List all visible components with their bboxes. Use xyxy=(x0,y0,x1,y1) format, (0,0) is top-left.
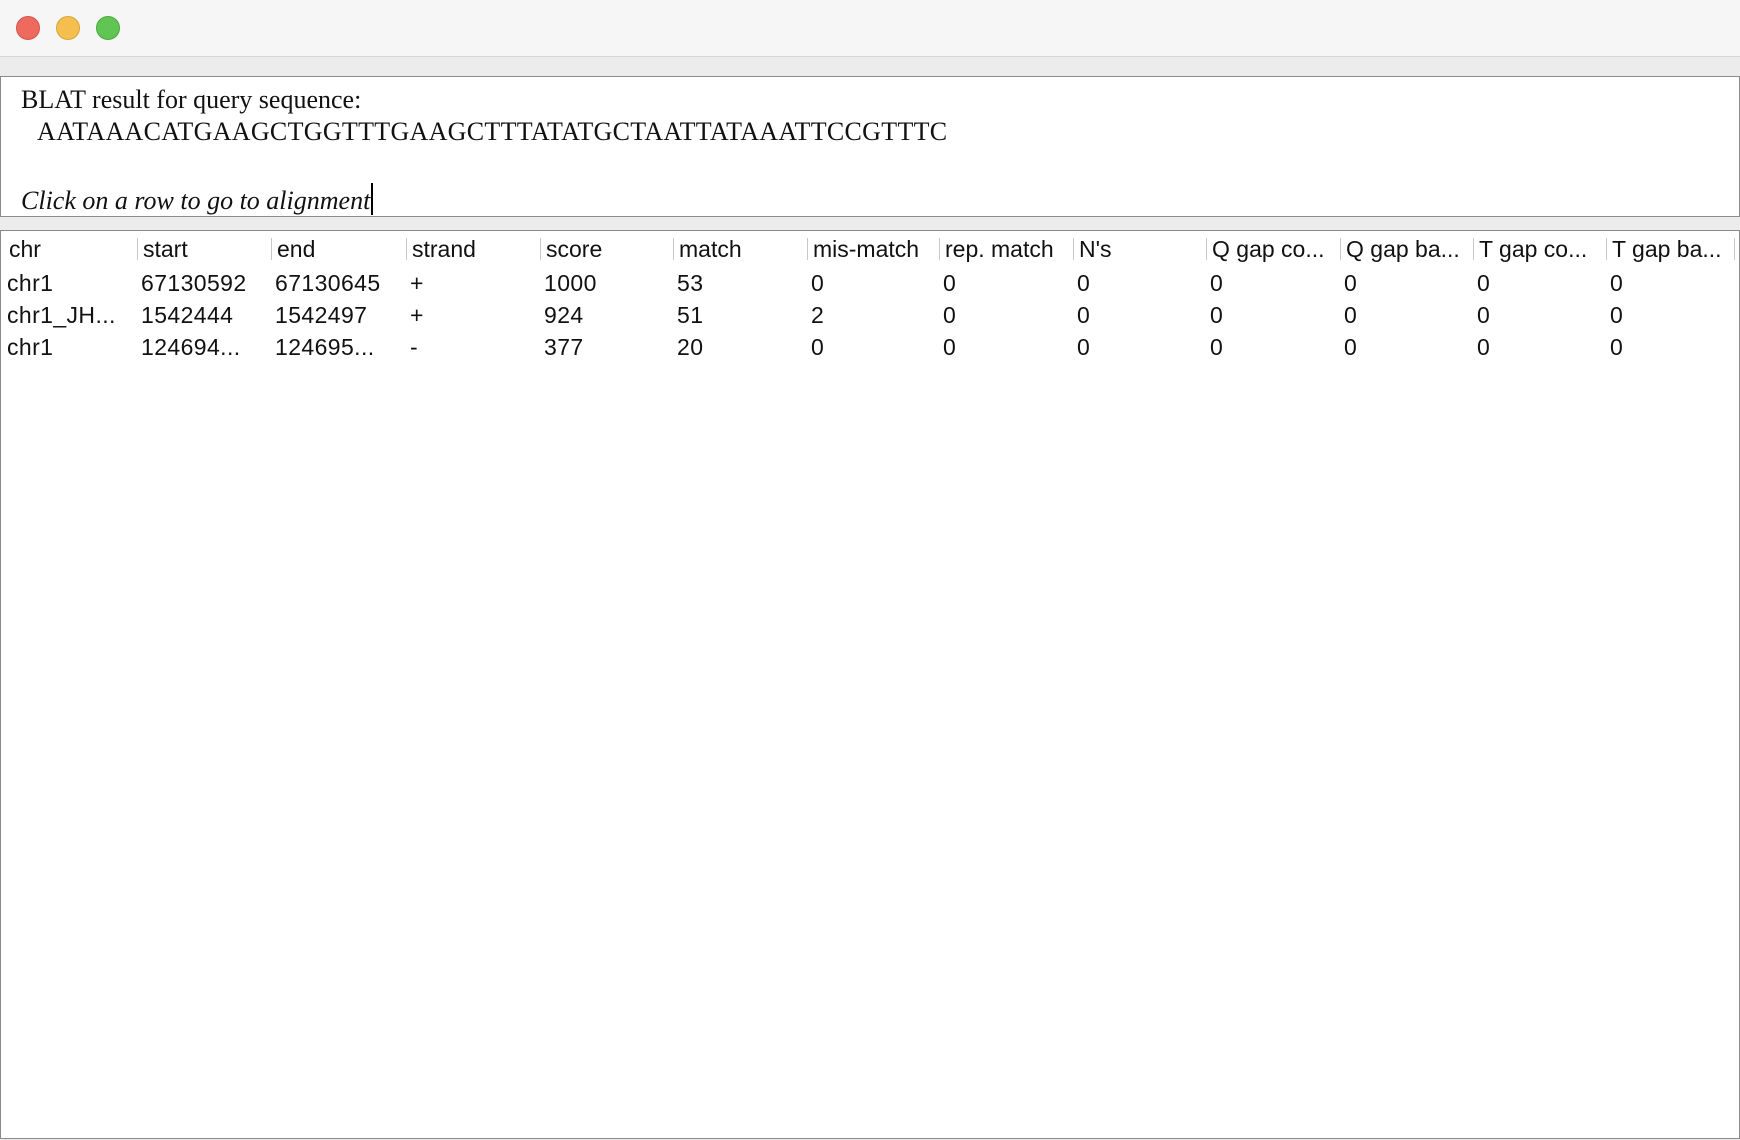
cell-q-gap-bases: 0 xyxy=(1344,270,1358,296)
column-header-chr[interactable]: chr xyxy=(3,231,137,267)
cell-q-gap-count: 0 xyxy=(1210,334,1224,360)
column-header-ns[interactable]: N's xyxy=(1073,231,1206,267)
cell-mismatch: 0 xyxy=(811,334,825,360)
column-header-q-gap-count[interactable]: Q gap co... xyxy=(1206,231,1340,267)
cell-start: 1542444 xyxy=(141,302,234,328)
table-row[interactable]: chr1_JH... 1542444 1542497 + 924 51 2 0 … xyxy=(1,299,1739,331)
minimize-window-button[interactable] xyxy=(56,16,80,40)
cell-match: 20 xyxy=(677,334,704,360)
cell-q-gap-count: 0 xyxy=(1210,270,1224,296)
cell-t-gap-count: 0 xyxy=(1477,334,1491,360)
cell-end: 124695... xyxy=(275,334,375,360)
cell-t-gap-count: 0 xyxy=(1477,302,1491,328)
cell-q-gap-count: 0 xyxy=(1210,302,1224,328)
column-header-rep-match[interactable]: rep. match xyxy=(939,231,1073,267)
close-window-button[interactable] xyxy=(16,16,40,40)
query-sequence: AATAAACATGAAGCTGGTTTGAAGCTTTATATGCTAATTA… xyxy=(37,117,948,146)
cell-ns: 0 xyxy=(1077,334,1091,360)
cell-chr: chr1_JH... xyxy=(7,302,116,328)
cell-score: 924 xyxy=(544,302,584,328)
cell-score: 1000 xyxy=(544,270,597,296)
cell-start: 124694... xyxy=(141,334,241,360)
cell-strand: - xyxy=(410,334,419,360)
column-header-score[interactable]: score xyxy=(540,231,673,267)
query-info-panel: BLAT result for query sequence: AATAAACA… xyxy=(0,76,1740,217)
cell-q-gap-bases: 0 xyxy=(1344,334,1358,360)
instruction-text[interactable]: Click on a row to go to alignment xyxy=(21,183,374,216)
cell-q-gap-bases: 0 xyxy=(1344,302,1358,328)
cell-chr: chr1 xyxy=(7,270,54,296)
cell-score: 377 xyxy=(544,334,584,360)
cell-strand: + xyxy=(410,270,424,296)
results-table: chr start end strand score match mis-mat… xyxy=(0,230,1740,1139)
column-header-end[interactable]: end xyxy=(271,231,406,267)
cell-end: 1542497 xyxy=(275,302,368,328)
column-header-t-gap-bases[interactable]: T gap ba... xyxy=(1606,231,1737,267)
cell-t-gap-bases: 0 xyxy=(1610,334,1624,360)
text-caret xyxy=(371,183,374,215)
column-header-mismatch[interactable]: mis-match xyxy=(807,231,939,267)
cell-rep-match: 0 xyxy=(943,302,957,328)
instruction-label: Click on a row to go to alignment xyxy=(21,186,371,215)
cell-mismatch: 0 xyxy=(811,270,825,296)
column-header-strand[interactable]: strand xyxy=(406,231,540,267)
blat-result-window: BLAT result for query sequence: AATAAACA… xyxy=(0,0,1740,1140)
cell-t-gap-bases: 0 xyxy=(1610,270,1624,296)
column-header-start[interactable]: start xyxy=(137,231,271,267)
result-title: BLAT result for query sequence: xyxy=(21,85,362,114)
cell-t-gap-bases: 0 xyxy=(1610,302,1624,328)
cell-start: 67130592 xyxy=(141,270,247,296)
zoom-window-button[interactable] xyxy=(96,16,120,40)
title-bar[interactable] xyxy=(0,0,1740,57)
cell-mismatch: 2 xyxy=(811,302,825,328)
cell-strand: + xyxy=(410,302,424,328)
column-header-q-gap-bases[interactable]: Q gap ba... xyxy=(1340,231,1473,267)
column-header-t-gap-count[interactable]: T gap co... xyxy=(1473,231,1606,267)
cell-t-gap-count: 0 xyxy=(1477,270,1491,296)
table-header: chr start end strand score match mis-mat… xyxy=(1,231,1739,267)
cell-match: 53 xyxy=(677,270,704,296)
cell-rep-match: 0 xyxy=(943,270,957,296)
table-row[interactable]: chr1 67130592 67130645 + 1000 53 0 0 0 0… xyxy=(1,267,1739,299)
column-header-match[interactable]: match xyxy=(673,231,807,267)
table-row[interactable]: chr1 124694... 124695... - 377 20 0 0 0 … xyxy=(1,331,1739,363)
cell-rep-match: 0 xyxy=(943,334,957,360)
cell-match: 51 xyxy=(677,302,704,328)
cell-ns: 0 xyxy=(1077,270,1091,296)
cell-end: 67130645 xyxy=(275,270,381,296)
cell-ns: 0 xyxy=(1077,302,1091,328)
cell-chr: chr1 xyxy=(7,334,54,360)
